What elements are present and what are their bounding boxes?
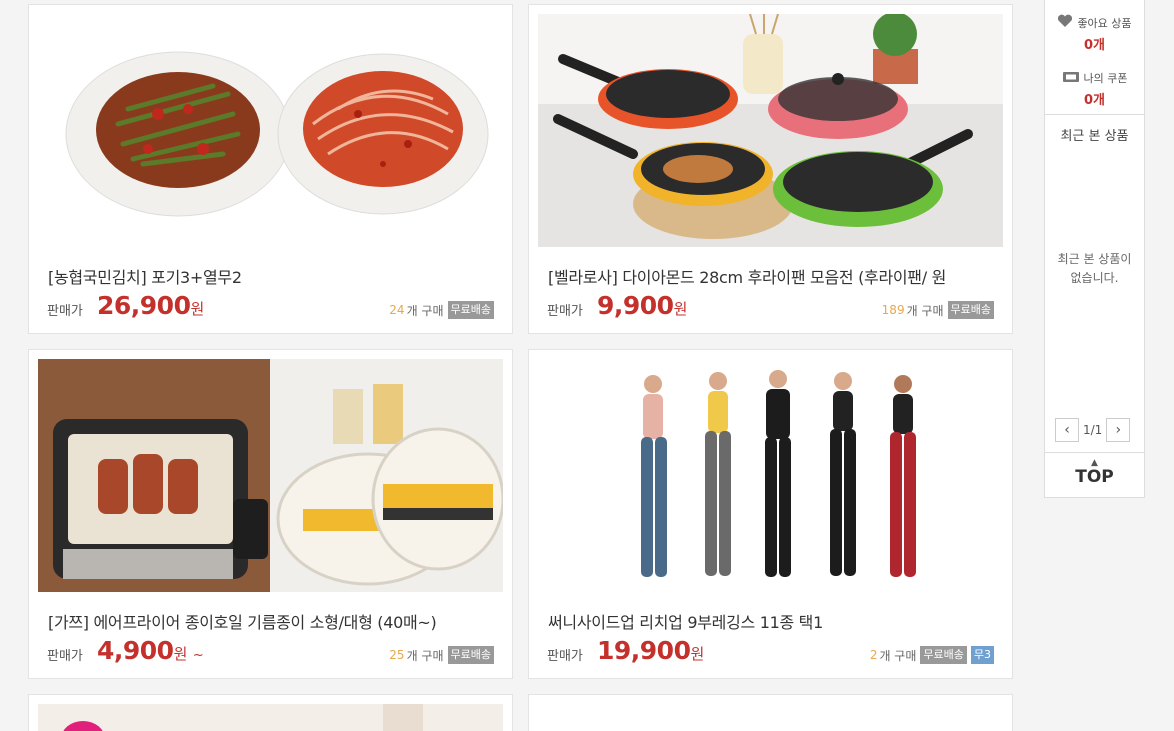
product-price: 19,900원 (597, 636, 704, 665)
product-price: 26,900원 (97, 291, 204, 320)
coupon-section[interactable]: 나의 쿠폰 0개 (1045, 70, 1144, 108)
recent-pager: ‹ 1/1 › (1055, 418, 1131, 442)
price-label: 판매가 (47, 649, 83, 664)
buy-text: 개 구매 (906, 303, 944, 318)
scroll-top-button[interactable]: ▲ TOP (1045, 458, 1144, 488)
divider (1045, 452, 1144, 453)
buy-text: 개 구매 (879, 648, 917, 663)
free-shipping-badge: 무료배송 (447, 301, 494, 319)
recent-products-empty: 최근 본 상품이 없습니다. (1045, 250, 1144, 288)
buy-count: 189 (881, 303, 905, 317)
product-title[interactable]: [농협국민김치] 포기3+열무2 (48, 264, 493, 288)
free-shipping-badge: 무료배송 (920, 646, 967, 664)
purchase-info: 25 개 구매 무료배송 (389, 646, 494, 664)
product-title[interactable]: 써니사이드업 리치업 9부레깅스 11종 택1 (548, 609, 993, 633)
product-image[interactable] (538, 359, 1003, 592)
product-image[interactable] (538, 14, 1003, 247)
purchase-info: 2개 구매 무료배송 무3 (870, 646, 994, 664)
prev-page-button[interactable]: ‹ (1055, 418, 1079, 442)
interest-free-badge: 무3 (970, 646, 994, 664)
likes-section[interactable]: 좋아요 상품 0개 (1045, 14, 1144, 53)
buy-text: 개 구매 (406, 303, 444, 318)
product-image[interactable] (38, 359, 503, 592)
price-value: 9,900 (597, 291, 674, 320)
currency-unit: 원 (190, 300, 204, 318)
product-image[interactable] (538, 704, 1003, 731)
likes-count: 0개 (1083, 38, 1105, 53)
caret-up-icon: ▲ (1091, 458, 1098, 468)
currency-unit: 원 (690, 645, 704, 663)
price-label: 판매가 (547, 649, 583, 664)
currency-unit: 원 (673, 300, 688, 318)
price-label: 판매가 (547, 304, 583, 319)
likes-label: 좋아요 상품 (1077, 16, 1132, 30)
next-page-button[interactable]: › (1106, 418, 1131, 442)
product-price: 4,900원 ~ (97, 636, 204, 665)
recent-empty-text: 최근 본 상품이 없습니다. (1057, 252, 1132, 285)
free-shipping-badge: 무료배송 (947, 301, 994, 319)
price-range-mark: ~ (192, 648, 204, 663)
product-price: 9,900원 (597, 291, 687, 320)
currency-unit: 원 (173, 645, 188, 663)
buy-count: 24 (389, 303, 405, 317)
product-card[interactable] (28, 694, 513, 731)
page: [농협국민김치] 포기3+열무2 판매가 26,900원 24 개 구매 무료배송 (0, 0, 1174, 731)
buy-count: 25 (389, 648, 405, 662)
buy-count: 2 (869, 648, 878, 662)
heart-icon (1057, 14, 1073, 31)
chevron-right-icon: › (1115, 422, 1122, 438)
price-value: 26,900 (97, 291, 191, 320)
coupon-label: 나의 쿠폰 (1083, 72, 1128, 85)
divider (1045, 114, 1144, 115)
free-shipping-badge: 무료배송 (447, 646, 494, 664)
product-card[interactable]: [벨라로사] 다이아몬드 28cm 후라이팬 모음전 (후라이팬/ 원 판매가 … (528, 4, 1013, 334)
chevron-left-icon: ‹ (1064, 422, 1070, 438)
top-label: TOP (1075, 467, 1114, 487)
product-title[interactable]: [가쯔] 에어프라이어 종이호일 기름종이 소형/대형 (40매~) (48, 609, 493, 633)
price-value: 4,900 (97, 636, 174, 665)
price-value: 19,900 (597, 636, 691, 665)
product-card[interactable] (528, 694, 1013, 731)
product-card[interactable]: [가쯔] 에어프라이어 종이호일 기름종이 소형/대형 (40매~) 판매가 4… (28, 349, 513, 679)
product-card[interactable]: 써니사이드업 리치업 9부레깅스 11종 택1 판매가 19,900원 2개 구… (528, 349, 1013, 679)
coupon-count: 0개 (1083, 93, 1105, 108)
product-image[interactable] (38, 704, 503, 731)
quick-menu-sidebar: 좋아요 상품 0개 나의 쿠폰 0개 최근 본 상품 최근 본 상품이 없습니다… (1044, 0, 1145, 498)
recent-products-title: 최근 본 상품 (1060, 129, 1129, 144)
product-image[interactable] (38, 14, 503, 247)
price-label: 판매가 (47, 304, 83, 319)
buy-text: 개 구매 (406, 648, 444, 663)
product-card[interactable]: [농협국민김치] 포기3+열무2 판매가 26,900원 24 개 구매 무료배송 (28, 4, 513, 334)
purchase-info: 189 개 구매 무료배송 (882, 301, 994, 319)
purchase-info: 24 개 구매 무료배송 (389, 301, 494, 319)
ticket-icon (1062, 71, 1080, 86)
product-title[interactable]: [벨라로사] 다이아몬드 28cm 후라이팬 모음전 (후라이팬/ 원 (548, 264, 993, 288)
page-indicator: 1/1 (1083, 423, 1103, 437)
